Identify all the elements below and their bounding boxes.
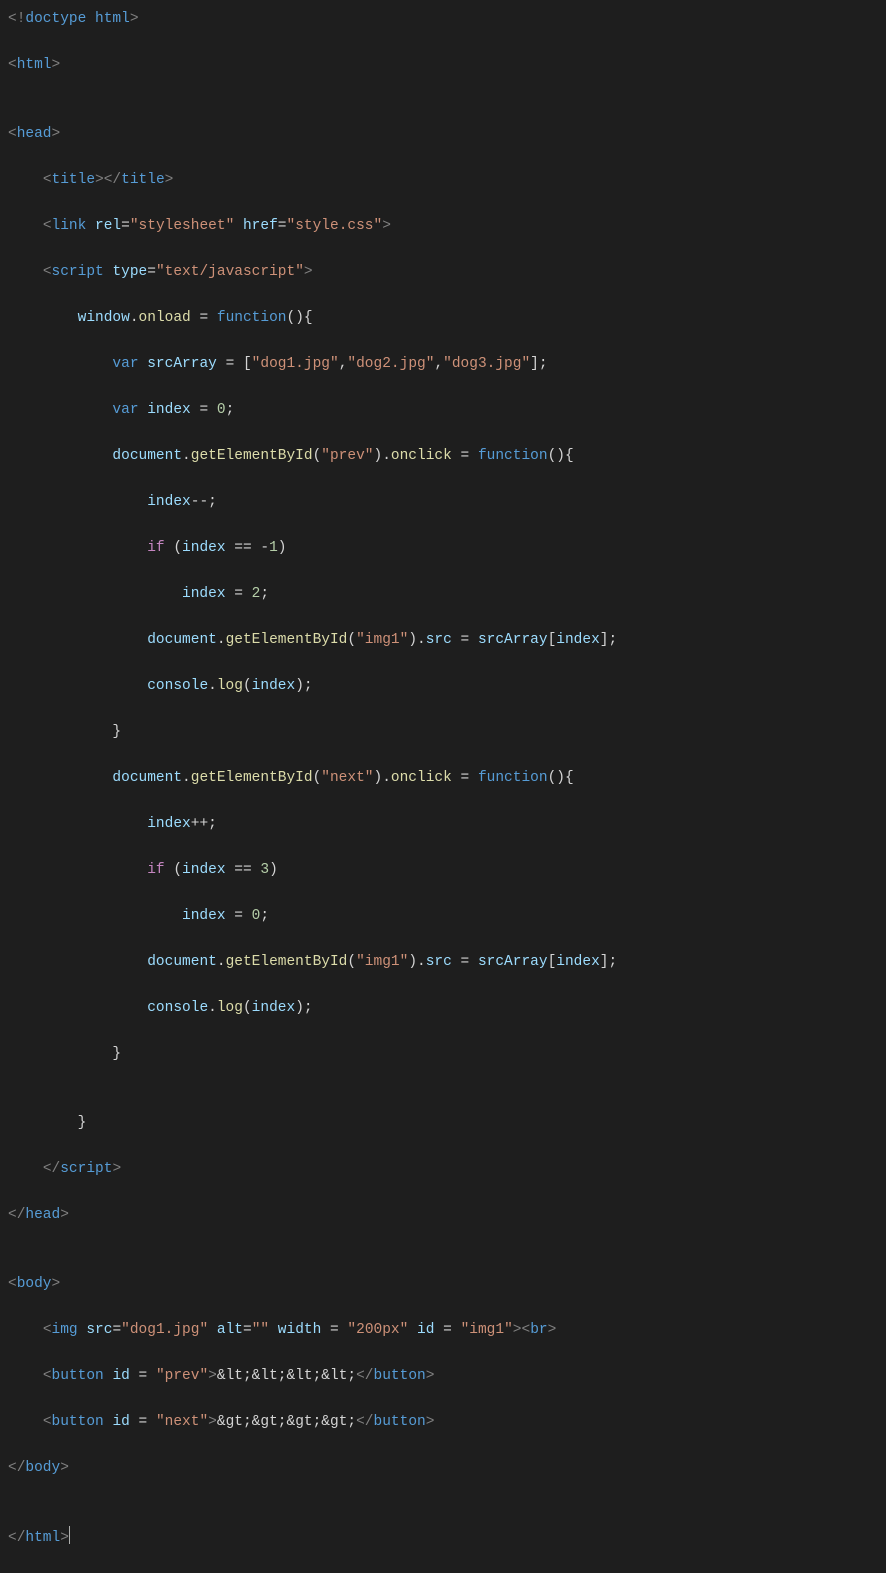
link-tag: link xyxy=(52,218,87,234)
js-if1: if xyxy=(147,540,164,556)
js-function-kw: function xyxy=(217,310,287,326)
script-type-attr: type xyxy=(112,264,147,280)
js-idx1: index xyxy=(147,494,191,510)
js-doc1: document xyxy=(112,448,182,464)
js-idx9: index xyxy=(556,954,600,970)
script-close-tag: script xyxy=(60,1161,112,1177)
js-arr1: dog2.jpg xyxy=(356,356,426,372)
js-gebi1: getElementById xyxy=(191,448,313,464)
js-img1a: img1 xyxy=(365,632,400,648)
js-m1: 1 xyxy=(269,540,278,556)
btn2-id-val: next xyxy=(165,1414,200,1430)
js-srcarray: srcArray xyxy=(147,356,217,372)
body-close-tag: body xyxy=(25,1460,60,1476)
img-src-val: dog1.jpg xyxy=(130,1322,200,1338)
js-var2: var xyxy=(112,402,138,418)
btn1-id-val: prev xyxy=(165,1368,200,1384)
js-gebi2: getElementById xyxy=(226,632,348,648)
text-cursor xyxy=(69,1526,70,1544)
js-three: 3 xyxy=(260,862,269,878)
js-idx7: index xyxy=(182,862,226,878)
js-log2: log xyxy=(217,1000,243,1016)
img-width-val: 200px xyxy=(356,1322,400,1338)
title-open: title xyxy=(52,172,96,188)
js-idx6: index xyxy=(147,816,191,832)
html-open-tag: html xyxy=(17,57,52,73)
js-fn3: function xyxy=(478,770,548,786)
link-rel-val: stylesheet xyxy=(139,218,226,234)
js-src1: src xyxy=(426,632,452,648)
js-idx4: index xyxy=(556,632,600,648)
img-alt-attr: alt xyxy=(217,1322,243,1338)
btn2-id-attr: id xyxy=(112,1414,129,1430)
img-width-attr: width xyxy=(278,1322,322,1338)
js-idx3: index xyxy=(182,586,226,602)
btn1-text: &lt;&lt;&lt;&lt; xyxy=(217,1368,356,1384)
code-editor[interactable]: <!doctype html> <html> <head> <title></t… xyxy=(8,8,878,1573)
js-fn2: function xyxy=(478,448,548,464)
body-open-tag: body xyxy=(17,1276,52,1292)
br-tag: br xyxy=(530,1322,547,1338)
link-href-val: style.css xyxy=(295,218,373,234)
js-idx5: index xyxy=(252,678,296,694)
js-doc3: document xyxy=(112,770,182,786)
head-open-tag: head xyxy=(17,126,52,142)
img-src-attr: src xyxy=(86,1322,112,1338)
img-id-val: img1 xyxy=(469,1322,504,1338)
js-sa2: srcArray xyxy=(478,954,548,970)
js-doc4: document xyxy=(147,954,217,970)
js-gebi3: getElementById xyxy=(191,770,313,786)
button2-close: button xyxy=(374,1414,426,1430)
head-close-tag: head xyxy=(25,1207,60,1223)
js-con1: console xyxy=(147,678,208,694)
link-href-attr: href xyxy=(243,218,278,234)
link-rel-attr: rel xyxy=(95,218,121,234)
js-doc2: document xyxy=(147,632,217,648)
js-onclick1: onclick xyxy=(391,448,452,464)
js-sa1: srcArray xyxy=(478,632,548,648)
js-idx10: index xyxy=(252,1000,296,1016)
doctype-tag: doctype html xyxy=(25,11,129,27)
js-log1: log xyxy=(217,678,243,694)
title-close: title xyxy=(121,172,165,188)
button1-open: button xyxy=(52,1368,104,1384)
js-onclick2: onclick xyxy=(391,770,452,786)
js-arr0: dog1.jpg xyxy=(260,356,330,372)
script-type-val: text/javascript xyxy=(165,264,296,280)
js-prevstr: prev xyxy=(330,448,365,464)
js-zero: 0 xyxy=(217,402,226,418)
js-zero2: 0 xyxy=(252,908,261,924)
js-img1b: img1 xyxy=(365,954,400,970)
js-var1: var xyxy=(112,356,138,372)
js-index: index xyxy=(147,402,191,418)
js-idx8: index xyxy=(182,908,226,924)
js-onload: onload xyxy=(139,310,191,326)
js-idx2: index xyxy=(182,540,226,556)
js-gebi4: getElementById xyxy=(226,954,348,970)
script-open-tag: script xyxy=(52,264,104,280)
js-if2: if xyxy=(147,862,164,878)
js-src2: src xyxy=(426,954,452,970)
js-window: window xyxy=(78,310,130,326)
button2-open: button xyxy=(52,1414,104,1430)
js-con2: console xyxy=(147,1000,208,1016)
btn1-id-attr: id xyxy=(112,1368,129,1384)
img-id-attr: id xyxy=(417,1322,434,1338)
button1-close: button xyxy=(374,1368,426,1384)
js-arr2: dog3.jpg xyxy=(452,356,522,372)
html-close-tag: html xyxy=(25,1530,60,1546)
btn2-text: &gt;&gt;&gt;&gt; xyxy=(217,1414,356,1430)
js-nextstr: next xyxy=(330,770,365,786)
img-tag: img xyxy=(52,1322,78,1338)
